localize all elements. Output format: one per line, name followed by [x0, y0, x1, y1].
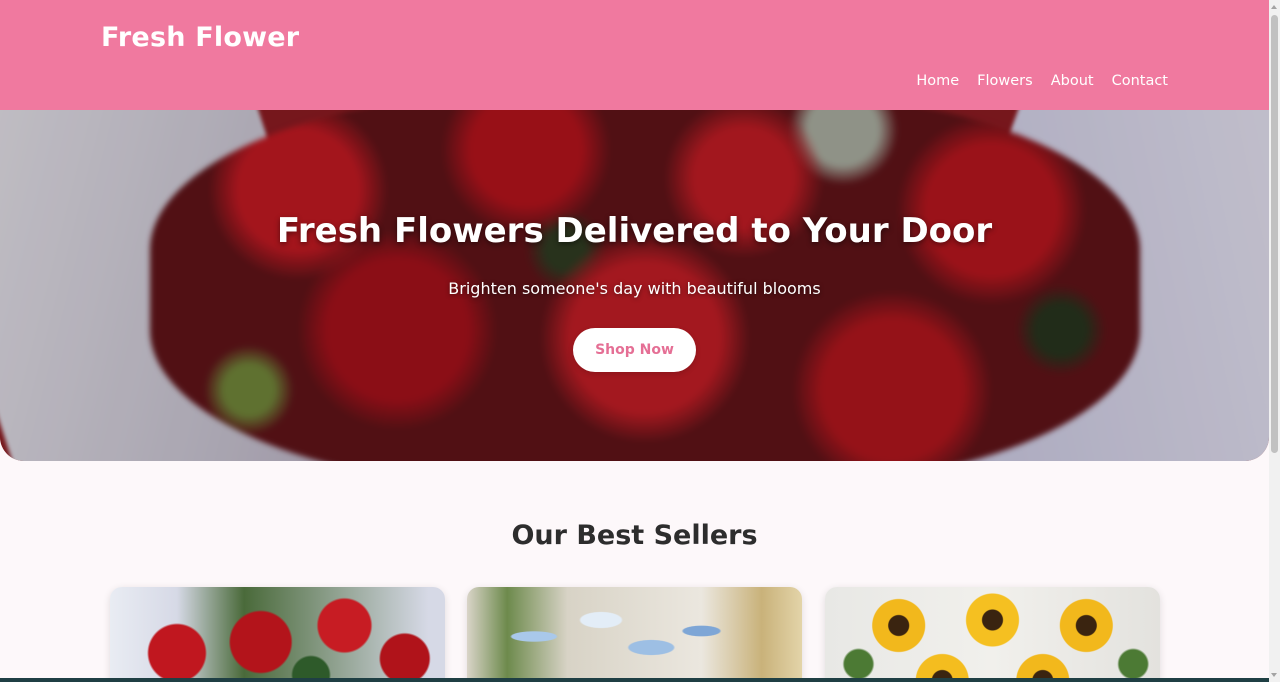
- shop-now-button[interactable]: Shop Now: [573, 328, 696, 372]
- main-nav: Home Flowers About Contact: [916, 73, 1168, 89]
- site-logo[interactable]: Fresh Flower: [101, 22, 299, 53]
- hero-banner: Fresh Flowers Delivered to Your Door Bri…: [0, 110, 1269, 461]
- nav-link-flowers[interactable]: Flowers: [977, 73, 1033, 89]
- scroll-down-arrow-icon[interactable]: [1269, 668, 1280, 682]
- hero-subtitle: Brighten someone's day with beautiful bl…: [448, 279, 821, 298]
- best-sellers-title: Our Best Sellers: [511, 520, 758, 551]
- nav-link-about[interactable]: About: [1051, 73, 1094, 89]
- nav-link-contact[interactable]: Contact: [1112, 73, 1168, 89]
- nav-link-home[interactable]: Home: [916, 73, 959, 89]
- vertical-scrollbar[interactable]: [1269, 0, 1280, 682]
- footer-edge: [0, 678, 1269, 682]
- scrollbar-thumb[interactable]: [1271, 15, 1278, 453]
- scroll-up-arrow-icon[interactable]: [1269, 0, 1280, 14]
- product-card-red-roses[interactable]: [110, 587, 445, 682]
- site-header: Fresh Flower Home Flowers About Contact: [0, 0, 1269, 110]
- hero-title: Fresh Flowers Delivered to Your Door: [276, 211, 993, 251]
- product-card-sunflowers[interactable]: [825, 587, 1160, 682]
- product-card-blue-tulips[interactable]: [467, 587, 802, 682]
- page: Fresh Flower Home Flowers About Contact …: [0, 0, 1269, 682]
